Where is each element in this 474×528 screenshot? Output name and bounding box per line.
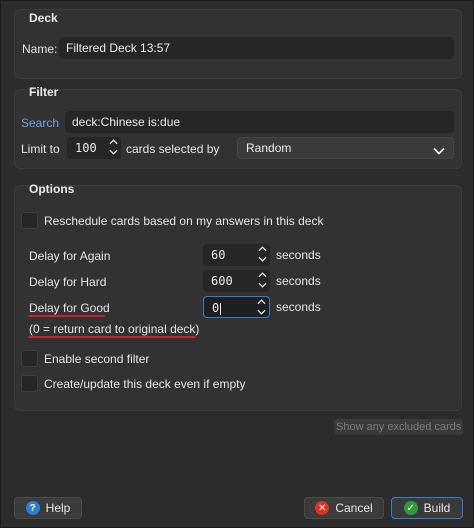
reschedule-label[interactable]: Reschedule cards based on my answers in … bbox=[44, 214, 323, 228]
delay-hint: (0 = return card to original deck) bbox=[29, 322, 200, 336]
cancel-button[interactable]: ✕ Cancel bbox=[304, 497, 384, 519]
options-group-title: Options bbox=[29, 182, 75, 196]
chevron-up-down-icon[interactable] bbox=[108, 139, 118, 155]
spellcheck-underline bbox=[28, 336, 196, 338]
seconds-label-good: seconds bbox=[276, 300, 321, 314]
delay-again-spinbox[interactable]: 60 bbox=[203, 244, 270, 266]
question-icon: ? bbox=[25, 501, 40, 515]
text-cursor bbox=[220, 302, 222, 315]
delay-hard-value: 600 bbox=[211, 274, 233, 288]
help-button-label: Help bbox=[45, 501, 71, 515]
create-empty-label[interactable]: Create/update this deck even if empty bbox=[44, 377, 245, 391]
deck-group-title: Deck bbox=[29, 11, 58, 25]
name-label: Name: bbox=[22, 42, 58, 56]
delay-again-value: 60 bbox=[211, 248, 226, 262]
chevron-up-down-icon[interactable] bbox=[257, 246, 267, 262]
show-excluded-button[interactable]: Show any excluded cards bbox=[334, 419, 464, 435]
delay-good-label: Delay for Good bbox=[29, 301, 110, 315]
chevron-up-down-icon[interactable] bbox=[257, 272, 267, 288]
limit-value: 100 bbox=[75, 141, 97, 155]
delay-good-spinbox[interactable]: 0 bbox=[203, 296, 270, 318]
cancel-button-label: Cancel bbox=[335, 501, 373, 515]
search-field[interactable]: deck:Chinese is:due bbox=[65, 111, 454, 133]
seconds-label-again: seconds bbox=[276, 248, 321, 262]
chevron-down-icon bbox=[433, 144, 445, 158]
x-icon: ✕ bbox=[315, 501, 330, 515]
delay-hard-label: Delay for Hard bbox=[29, 275, 107, 289]
delay-good-value: 0 bbox=[212, 301, 220, 315]
spellcheck-underline bbox=[28, 315, 105, 317]
order-select[interactable]: Random bbox=[237, 137, 454, 159]
delay-again-label: Delay for Again bbox=[29, 249, 111, 263]
reschedule-checkbox[interactable] bbox=[21, 212, 38, 229]
search-label[interactable]: Search bbox=[21, 116, 59, 130]
second-filter-checkbox[interactable] bbox=[21, 350, 38, 367]
create-empty-checkbox[interactable] bbox=[21, 375, 38, 392]
delay-hard-spinbox[interactable]: 600 bbox=[203, 270, 270, 292]
check-icon: ✓ bbox=[403, 501, 418, 515]
second-filter-label[interactable]: Enable second filter bbox=[44, 352, 149, 366]
build-button-label: Build bbox=[423, 501, 451, 515]
limit-spinbox[interactable]: 100 bbox=[67, 137, 121, 159]
order-select-value: Random bbox=[246, 141, 292, 155]
limit-label: Limit to bbox=[21, 142, 60, 156]
cards-selected-label: cards selected by bbox=[126, 142, 220, 156]
chevron-up-down-icon[interactable] bbox=[256, 299, 266, 315]
help-button[interactable]: ? Help bbox=[14, 497, 82, 519]
seconds-label-hard: seconds bbox=[276, 274, 321, 288]
filter-group-title: Filter bbox=[29, 85, 59, 99]
build-button[interactable]: ✓ Build bbox=[391, 497, 463, 519]
filtered-deck-dialog: Deck Name: Filtered Deck 13:57 Filter Se… bbox=[0, 0, 474, 528]
name-field[interactable]: Filtered Deck 13:57 bbox=[59, 37, 454, 59]
